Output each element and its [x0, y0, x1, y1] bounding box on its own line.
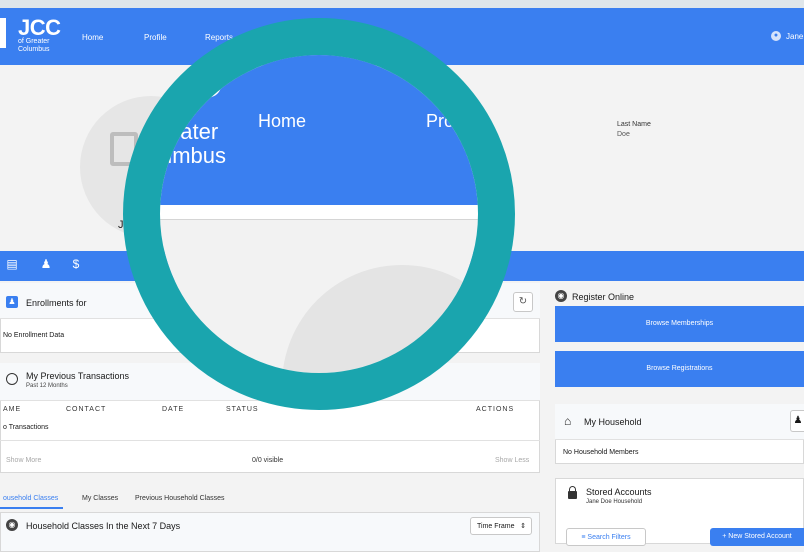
browse-registrations-button[interactable]: Browse Registrations	[555, 351, 804, 387]
logo-mark	[0, 18, 6, 48]
stored-accounts-subtitle: Jane Doe Household	[586, 499, 643, 505]
enrollments-empty-text: No Enrollment Data	[3, 332, 65, 339]
show-more-button[interactable]: Show More	[6, 457, 41, 464]
window-top-strip	[0, 0, 804, 8]
enrollments-icon: ♟	[6, 296, 18, 308]
household-classes-card	[0, 512, 540, 552]
clock-icon	[6, 373, 18, 385]
column-header-contact[interactable]: CONTACT	[66, 406, 106, 413]
column-header-actions: ACTIONS	[476, 406, 515, 413]
column-header-name[interactable]: AME	[3, 406, 21, 413]
logo-subtitle-line-2: Columbus	[18, 46, 50, 53]
select-arrows-icon: ⇕	[520, 523, 526, 530]
browse-memberships-button[interactable]: Browse Memberships	[555, 306, 804, 342]
logo-subtitle: of Greater Columbus	[18, 38, 50, 54]
last-name-value: Doe	[617, 131, 630, 138]
tab-previous-household-classes[interactable]: Previous Household Classes	[135, 495, 225, 502]
column-header-status[interactable]: STATUS	[226, 406, 259, 413]
register-globe-icon: ◉	[555, 290, 567, 302]
enrollments-title: Enrollments for	[26, 298, 87, 308]
magnifier-ring	[123, 18, 515, 410]
divider	[0, 440, 540, 441]
lock-body-icon	[568, 491, 577, 499]
household-empty-text: No Household Members	[563, 449, 639, 456]
house-icon: ⌂	[564, 414, 572, 428]
household-classes-title: Household Classes In the Next 7 Days	[26, 521, 181, 531]
nav-profile[interactable]: Profile	[144, 33, 167, 42]
tab-household-classes[interactable]: ousehold Classes	[3, 495, 58, 502]
tab-my-classes[interactable]: My Classes	[82, 495, 118, 502]
new-stored-account-button[interactable]: + New Stored Account	[710, 528, 804, 546]
add-member-button[interactable]: ♟	[790, 410, 804, 432]
id-card-icon[interactable]: ▤	[4, 256, 20, 272]
household-people-icon[interactable]: ♟	[38, 256, 54, 272]
nav-home[interactable]: Home	[82, 33, 103, 42]
globe-icon: ◉	[6, 519, 18, 531]
search-filters-label: Search Filters	[587, 534, 631, 541]
transactions-title: My Previous Transactions	[26, 371, 130, 381]
person-icon: ♟	[793, 415, 803, 426]
user-avatar-icon[interactable]: ●	[771, 31, 781, 41]
filter-icon: ≡	[581, 534, 586, 541]
refresh-button[interactable]: ↻	[513, 292, 533, 312]
last-name-label: Last Name	[617, 121, 651, 128]
user-name[interactable]: Jane	[786, 32, 803, 41]
column-header-date[interactable]: DATE	[162, 406, 184, 413]
register-online-title: Register Online	[572, 292, 635, 302]
time-frame-select[interactable]: Time Frame ⇕	[470, 517, 532, 535]
logo-subtitle-line-1: of Greater	[18, 38, 50, 45]
search-filters-button[interactable]: ≡ Search Filters	[566, 528, 646, 546]
time-frame-label: Time Frame	[477, 523, 515, 530]
transactions-empty-text: o Transactions	[3, 424, 49, 431]
visible-count: 0/0 visible	[252, 457, 284, 464]
stored-accounts-title: Stored Accounts	[586, 487, 652, 497]
my-household-title: My Household	[584, 417, 642, 427]
money-bag-icon[interactable]: $	[68, 256, 84, 272]
active-tab-indicator	[0, 507, 63, 509]
transactions-subtitle: Past 12 Months	[26, 383, 68, 389]
refresh-icon: ↻	[518, 296, 528, 307]
show-less-button[interactable]: Show Less	[495, 457, 529, 464]
logo-title[interactable]: JCC	[18, 17, 61, 39]
